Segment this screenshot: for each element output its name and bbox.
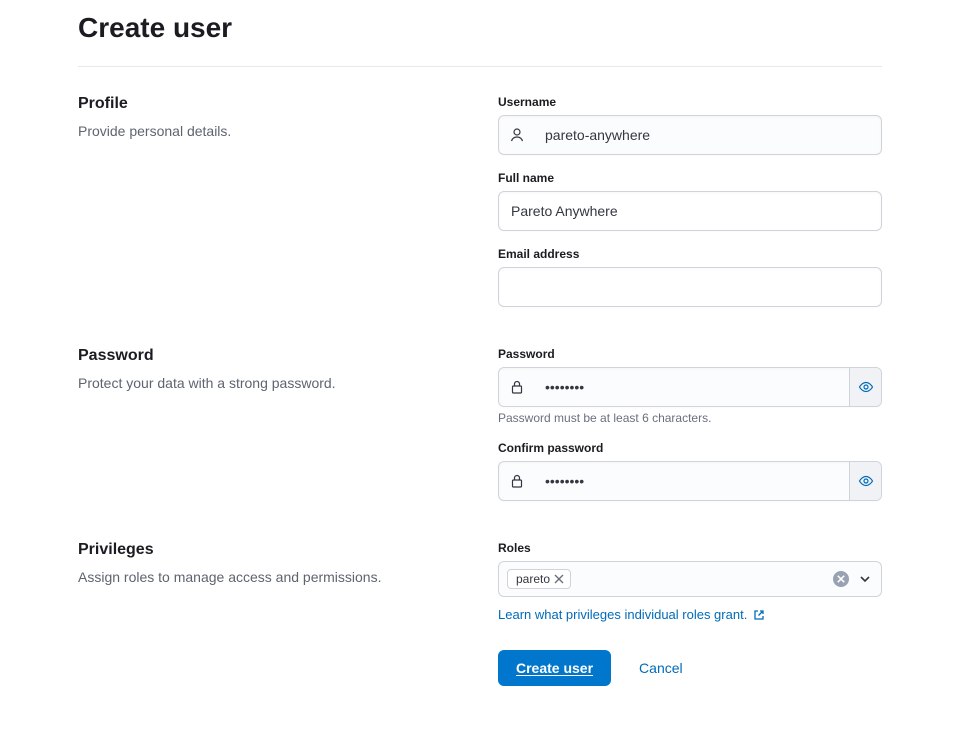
label-confirm-password: Confirm password: [498, 441, 882, 455]
fullname-input-wrap: [498, 191, 882, 231]
label-email: Email address: [498, 247, 882, 261]
label-password: Password: [498, 347, 882, 361]
section-profile: Profile Provide personal details. Userna…: [78, 95, 882, 307]
roles-dropdown-toggle[interactable]: [855, 573, 875, 585]
confirm-password-input-wrap: [498, 461, 882, 501]
username-field[interactable]: [535, 116, 881, 154]
roles-combobox[interactable]: pareto: [498, 561, 882, 597]
section-title-profile: Profile: [78, 95, 474, 113]
password-field[interactable]: [535, 368, 849, 406]
divider: [78, 66, 882, 67]
username-input-wrap: [498, 115, 882, 155]
fullname-field[interactable]: [499, 192, 881, 230]
lock-icon: [499, 462, 535, 500]
section-privileges: Privileges Assign roles to manage access…: [78, 541, 882, 686]
section-title-privileges: Privileges: [78, 541, 474, 559]
label-roles: Roles: [498, 541, 882, 555]
clear-roles-button[interactable]: [833, 571, 849, 587]
page-title: Create user: [78, 12, 882, 66]
section-desc-privileges: Assign roles to manage access and permis…: [78, 567, 474, 588]
close-icon: [554, 574, 564, 584]
password-help-text: Password must be at least 6 characters.: [498, 411, 882, 425]
email-input-wrap: [498, 267, 882, 307]
chevron-down-icon: [859, 573, 871, 585]
show-password-button[interactable]: [849, 368, 881, 406]
label-fullname: Full name: [498, 171, 882, 185]
confirm-password-field[interactable]: [535, 462, 849, 500]
section-desc-profile: Provide personal details.: [78, 121, 474, 142]
lock-icon: [499, 368, 535, 406]
cancel-button[interactable]: Cancel: [635, 652, 687, 684]
external-link-icon: [753, 609, 765, 621]
section-title-password: Password: [78, 347, 474, 365]
close-icon: [837, 575, 845, 583]
roles-privileges-link[interactable]: Learn what privileges individual roles g…: [498, 607, 747, 622]
create-user-button[interactable]: Create user: [498, 650, 611, 686]
eye-icon: [858, 473, 874, 489]
role-chip: pareto: [507, 569, 571, 589]
email-field[interactable]: [499, 268, 881, 306]
eye-icon: [858, 379, 874, 395]
section-password: Password Protect your data with a strong…: [78, 347, 882, 501]
label-username: Username: [498, 95, 882, 109]
show-confirm-password-button[interactable]: [849, 462, 881, 500]
user-icon: [499, 116, 535, 154]
role-chip-label: pareto: [516, 572, 550, 586]
password-input-wrap: [498, 367, 882, 407]
section-desc-password: Protect your data with a strong password…: [78, 373, 474, 394]
remove-role-button[interactable]: [554, 574, 564, 584]
